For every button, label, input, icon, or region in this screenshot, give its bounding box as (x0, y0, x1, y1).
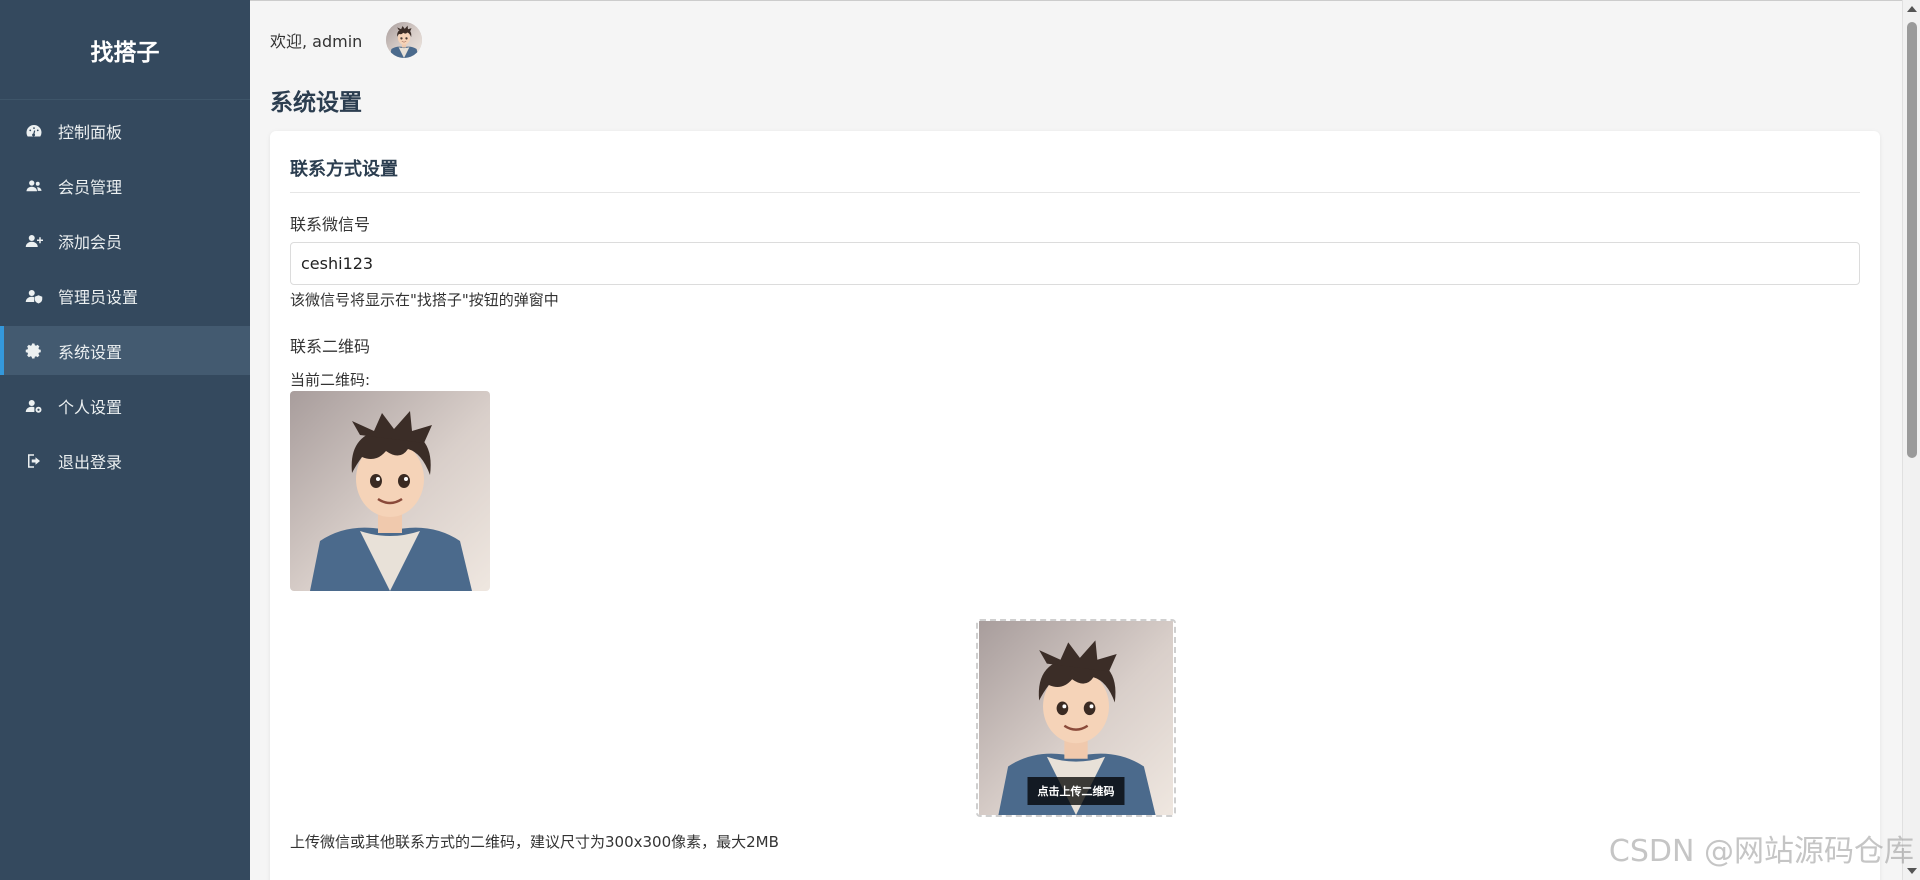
top-bar: 欢迎, admin (270, 21, 423, 59)
wechat-hint: 该微信号将显示在"找搭子"按钮的弹窗中 (290, 291, 559, 309)
avatar[interactable] (386, 22, 423, 58)
sidebar-item-label: 管理员设置 (58, 287, 139, 307)
scroll-thumb[interactable] (1907, 22, 1917, 458)
scroll-up-arrow-icon[interactable] (1907, 6, 1917, 12)
divider (290, 192, 1860, 193)
sidebar-item-label: 会员管理 (58, 177, 123, 197)
page-scrollbar[interactable] (1902, 0, 1920, 880)
contact-settings-card: 联系方式设置 联系微信号 该微信号将显示在"找搭子"按钮的弹窗中 联系二维码 当… (270, 131, 1880, 880)
section-title: 联系方式设置 (290, 159, 398, 180)
user-cog-icon (24, 396, 44, 416)
qr-label: 联系二维码 (290, 337, 371, 356)
sidebar-item-dashboard[interactable]: 控制面板 (0, 106, 250, 155)
dashboard-icon (24, 121, 44, 141)
upload-tip: 点击上传二维码 (1027, 777, 1125, 805)
qr-portrait (290, 391, 490, 591)
sidebar-item-label: 退出登录 (58, 452, 123, 472)
sidebar-item-label: 系统设置 (58, 342, 123, 362)
sidebar-item-add-member[interactable]: 添加会员 (0, 216, 250, 265)
brand-logo[interactable]: 找搭子 (0, 0, 250, 100)
qr-hint: 上传微信或其他联系方式的二维码，建议尺寸为300x300像素，最大2MB (290, 833, 779, 851)
sidebar-item-personal-settings[interactable]: 个人设置 (0, 381, 250, 430)
avatar-image (386, 22, 422, 58)
sidebar-item-admin-settings[interactable]: 管理员设置 (0, 271, 250, 320)
current-qr-image (290, 391, 490, 591)
gear-icon (24, 341, 44, 361)
sidebar-item-label: 添加会员 (58, 232, 123, 252)
qr-upload-area[interactable]: 点击上传二维码 (976, 619, 1176, 817)
main-content: 欢迎, admin 系统设置 联系方式设置 联系微信号 该微信号将显示在"找搭子… (250, 0, 1902, 880)
user-shield-icon (24, 286, 44, 306)
page-title: 系统设置 (270, 90, 362, 116)
sidebar: 找搭子 控制面板 会员管理 添加会员 管理员设置 系统设置 个人设置 退出登录 (0, 0, 250, 880)
sidebar-item-label: 个人设置 (58, 397, 123, 417)
welcome-text: 欢迎, admin (270, 32, 363, 51)
sidebar-item-logout[interactable]: 退出登录 (0, 436, 250, 485)
user-plus-icon (24, 231, 44, 251)
sidebar-item-label: 控制面板 (58, 122, 123, 142)
sidebar-item-system-settings[interactable]: 系统设置 (0, 326, 250, 375)
wechat-label: 联系微信号 (290, 215, 371, 234)
sign-out-icon (24, 451, 44, 471)
qr-current-label: 当前二维码: (290, 371, 371, 389)
sidebar-nav: 控制面板 会员管理 添加会员 管理员设置 系统设置 个人设置 退出登录 (0, 100, 250, 485)
wechat-input[interactable] (290, 242, 1860, 285)
sidebar-item-members[interactable]: 会员管理 (0, 161, 250, 210)
watermark: CSDN @网站源码仓库 (1608, 834, 1914, 869)
users-icon (24, 176, 44, 196)
